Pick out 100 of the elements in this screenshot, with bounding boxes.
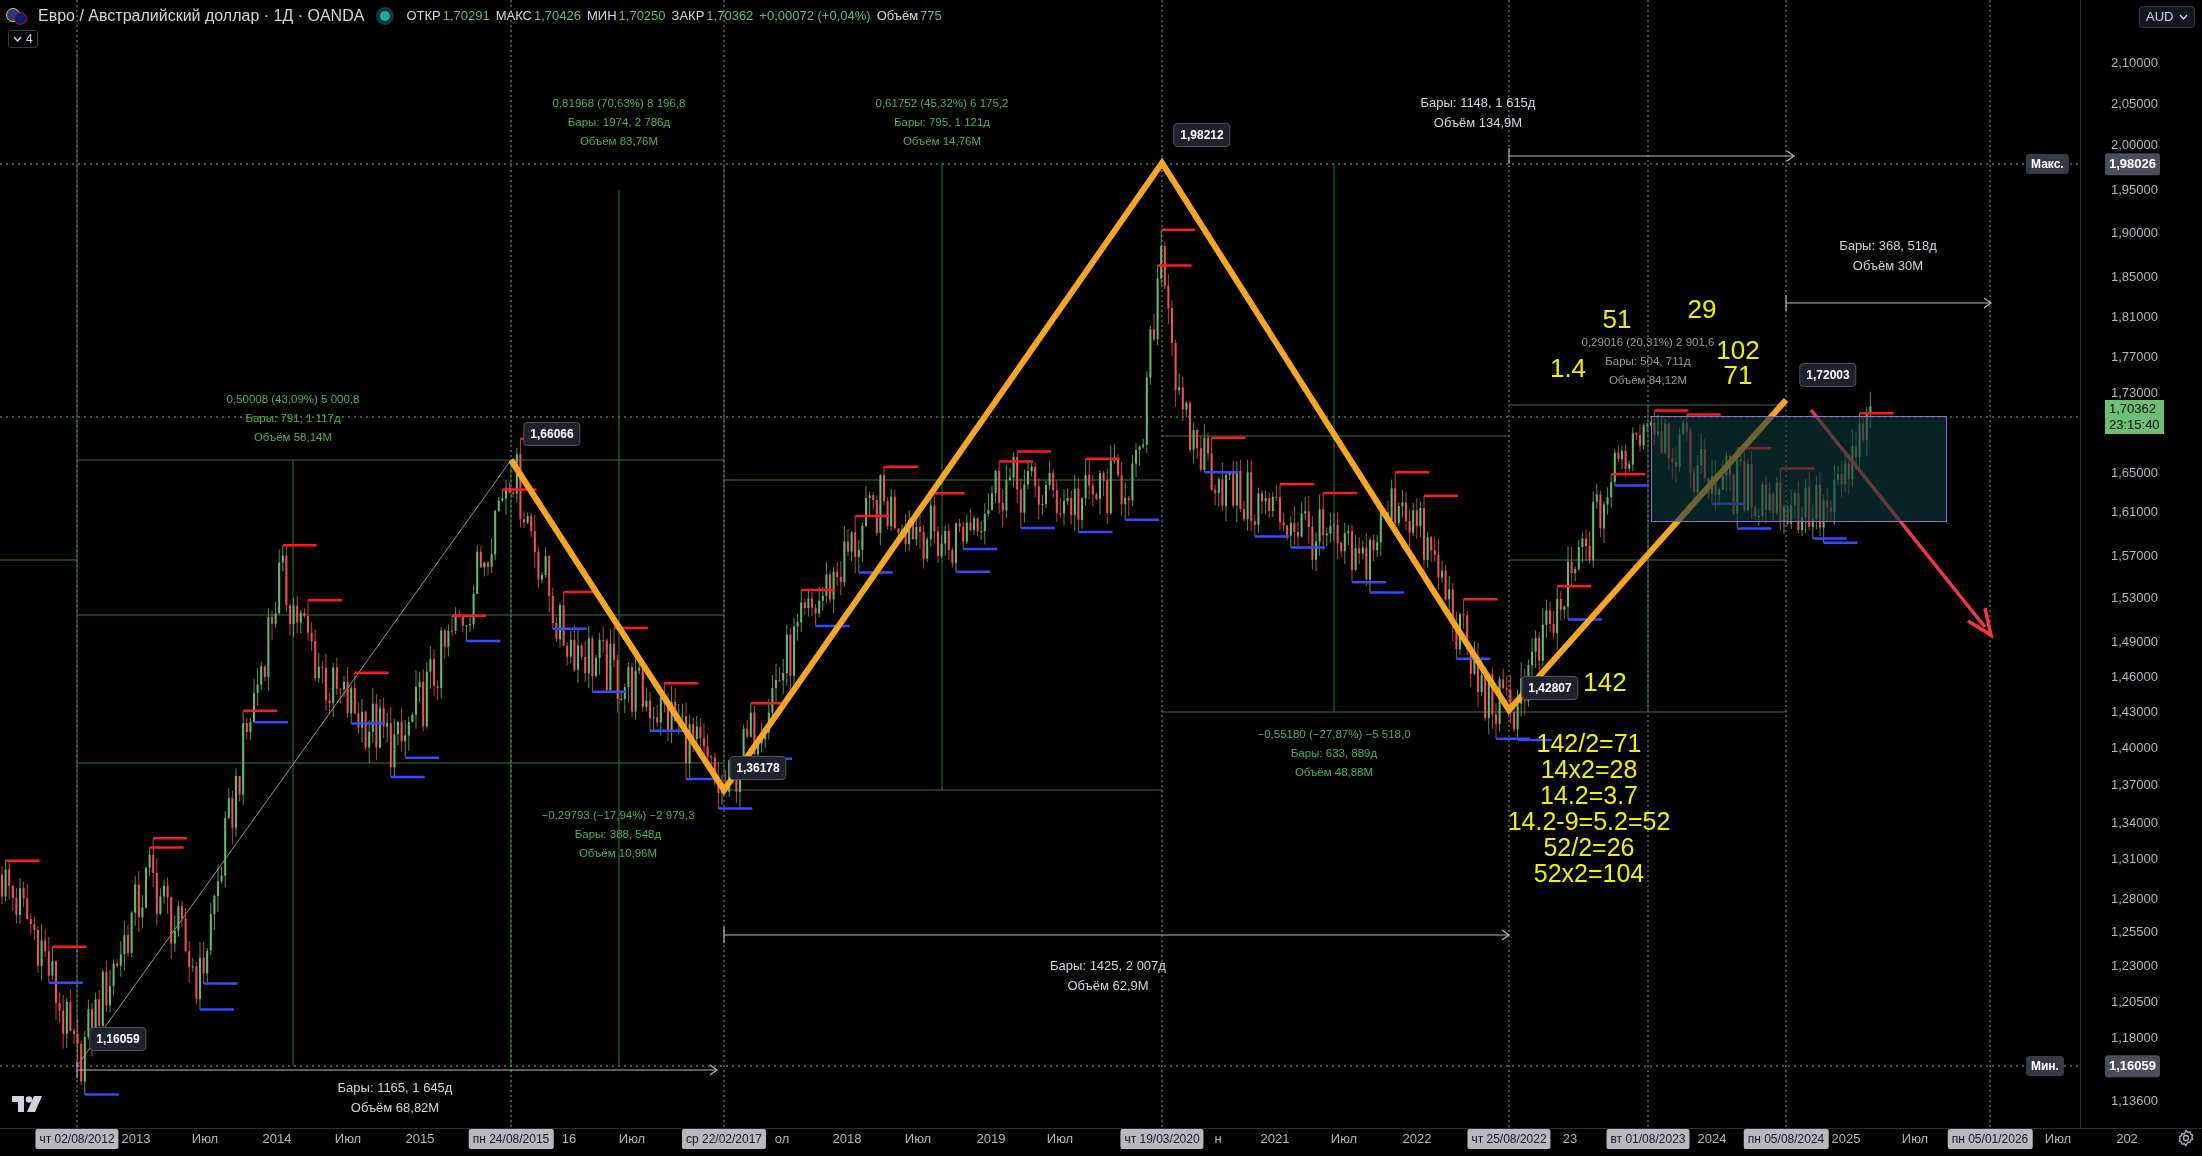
time-tick: 2018 (832, 1130, 862, 1148)
price-label: 1,36178 (729, 756, 787, 780)
bars-count-label: Бары: 1148, 1 615д (1420, 95, 1536, 111)
time-tick: 2022 (1402, 1130, 1432, 1148)
bars-count-label: Бары: 1974, 2 786д (567, 115, 671, 130)
ohlc-value: 1,70291 (442, 7, 490, 26)
price-label: 1,98212 (1173, 123, 1231, 147)
currency-flags-icon (6, 6, 28, 26)
calculation-text: 142/2=71 (1536, 730, 1642, 756)
note-text: 142 (1583, 669, 1627, 695)
max-min-tag: Мин. (2026, 1056, 2064, 1076)
note-text: 29 (1687, 296, 1717, 322)
calculation-text: 52/2=26 (1543, 834, 1635, 860)
ohlc-label: ЗАКР (671, 7, 705, 26)
bars-count-label: Бары: 368, 518д (1839, 238, 1937, 254)
price-tick: 2,05000 (2111, 95, 2158, 114)
max-min-tag: Макс. (2026, 154, 2069, 174)
date-marker: чт 25/08/2022 (1467, 1129, 1551, 1149)
date-marker: ср 22/02/2017 (681, 1129, 767, 1149)
ohlc-value: 1,70250 (618, 7, 666, 26)
logo-icon[interactable] (12, 1096, 42, 1112)
calculation-text: 14x2=28 (1540, 756, 1638, 782)
date-marker: вт 01/08/2023 (1606, 1129, 1690, 1149)
time-tick: 2013 (121, 1130, 151, 1148)
price-tick: 1,90000 (2111, 224, 2158, 243)
price-tick: 1,46000 (2111, 668, 2158, 687)
time-tick: Июл (1901, 1130, 1929, 1148)
currency-dropdown[interactable]: AUD (2139, 6, 2196, 28)
ohlc-value: 1,70362 (706, 7, 754, 26)
calculation-text: 52x2=104 (1533, 860, 1645, 886)
date-marker: чт 02/08/2012 (35, 1129, 119, 1149)
volume-label: Объём 62,9M (1067, 978, 1149, 994)
bars-count-label: Бары: 504, 711д (1605, 354, 1691, 369)
price-change-label: 0,50008 (43,09%) 5 000,8 (226, 392, 360, 407)
note-text: 51 (1602, 306, 1632, 332)
countdown-value: 23:15:40 (2109, 417, 2160, 433)
price-tick: 1,34000 (2111, 814, 2158, 833)
price-tick: 1,95000 (2111, 181, 2158, 200)
ohlc-value: 1,70426 (534, 7, 581, 26)
volume-label: Объём 14,76M (902, 134, 982, 149)
price-change-label: −0,29793 (−17,94%) −2 979,3 (541, 808, 695, 823)
ohlc-label: ОТКР (406, 7, 441, 26)
price-tick: 2,00000 (2111, 136, 2158, 155)
volume-label: Объём 58,14M (253, 430, 333, 445)
price-tick: 1,43000 (2111, 703, 2158, 722)
last-price-value: 1,70362 (2109, 401, 2157, 417)
volume-label: Объём 83,76M (579, 134, 659, 149)
price-tick: 1,25500 (2111, 923, 2158, 942)
calculation-text: 14.2-9=5.2=52 (1507, 808, 1671, 834)
price-tick: 1,37000 (2111, 776, 2158, 795)
price-tick: 1,28000 (2111, 890, 2158, 909)
date-marker: пн 24/08/2015 (468, 1129, 554, 1149)
volume-label: Объём 10,96M (578, 846, 658, 861)
price-tick: 1,18000 (2111, 1029, 2158, 1048)
price-tick: 1,65000 (2111, 464, 2158, 483)
price-label: 1,72003 (1799, 363, 1857, 387)
price-tick: 1,31000 (2111, 850, 2158, 869)
volume-label: Объём 68,82M (350, 1100, 440, 1116)
bars-count-label: Бары: 1425, 2 007д (1050, 958, 1166, 974)
volume-value: 775 (920, 7, 942, 26)
time-tick: 2014 (262, 1130, 292, 1148)
price-tick: 1,23000 (2111, 957, 2158, 976)
price-tick: 1,81000 (2111, 308, 2158, 327)
symbol-title[interactable]: Евро / Австралийский доллар · 1Д · OANDA (38, 4, 365, 28)
price-change: +0,00072 (+0,04%) (759, 7, 871, 26)
price-tick: 1,57000 (2111, 547, 2158, 566)
date-marker: пн 05/08/2024 (1743, 1129, 1829, 1149)
price-marker: 1,16059 (2105, 1055, 2160, 1077)
price-tick: 1,77000 (2111, 348, 2158, 367)
note-text: 102 (1716, 337, 1760, 363)
date-marker: чт 19/03/2020 (1120, 1129, 1204, 1149)
price-change-label: 0,29016 (20,31%) 2 901,6 (1581, 335, 1715, 350)
time-tick: 2021 (1260, 1130, 1290, 1148)
bars-count-label: Бары: 795, 1 121д (893, 115, 991, 130)
time-tick: 2019 (976, 1130, 1006, 1148)
indicators-toggle-button[interactable]: 4 (8, 30, 38, 48)
volume-label: Объём 134,9M (1433, 115, 1523, 131)
time-tick: Июл (1046, 1130, 1074, 1148)
chevron-down-icon (2179, 14, 2189, 20)
note-text: 1.4 (1549, 355, 1587, 381)
price-tick: 1,73000 (2111, 384, 2158, 403)
price-tick: 1,40000 (2111, 739, 2158, 758)
price-tick: 1,20500 (2111, 993, 2158, 1012)
price-tick: 1,13600 (2111, 1092, 2158, 1111)
volume-label: Объём 48,88M (1294, 765, 1374, 780)
price-marker: 1,98026 (2105, 153, 2160, 175)
time-tick: 16 (561, 1130, 577, 1148)
settings-icon[interactable] (2177, 1129, 2195, 1147)
time-tick: Июл (1330, 1130, 1358, 1148)
volume-label: Объём 84,12M (1608, 373, 1688, 388)
time-tick: Июл (2044, 1130, 2072, 1148)
time-tick: 2024 (1697, 1130, 1727, 1148)
price-tick: 1,85000 (2111, 268, 2158, 287)
bars-count-label: Бары: 633, 889д (1290, 746, 1378, 761)
ohlc-label: МАКС (495, 7, 532, 26)
price-change-label: −0,55180 (−27,87%) −5 518,0 (1257, 727, 1411, 742)
calculation-text: 14.2=3.7 (1540, 782, 1638, 808)
bars-count-label: Бары: 791, 1 117д (245, 411, 341, 426)
price-change-label: 0,81968 (70,63%) 8 196,8 (552, 96, 686, 111)
note-text: 71 (1723, 362, 1753, 388)
